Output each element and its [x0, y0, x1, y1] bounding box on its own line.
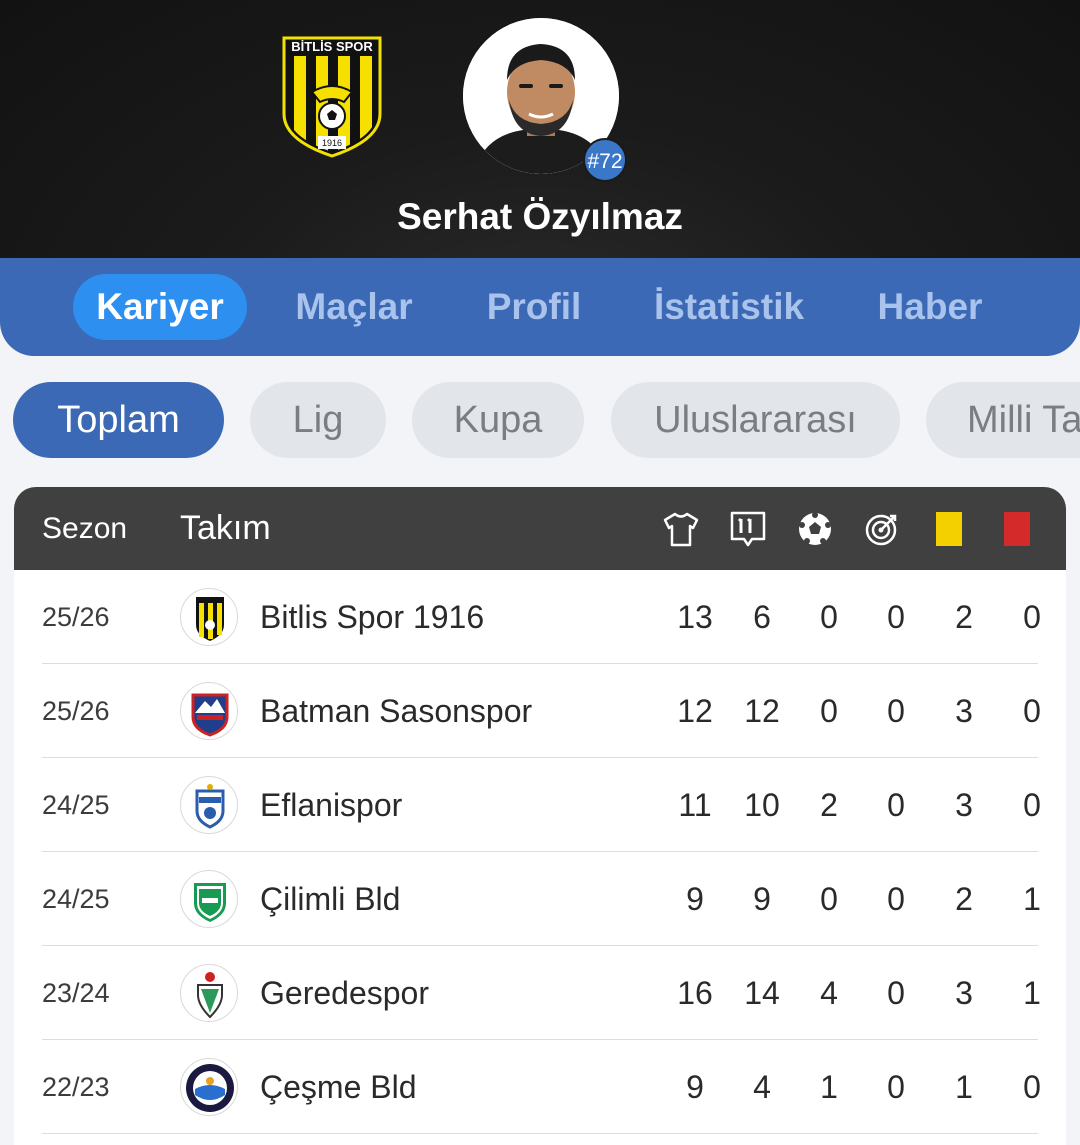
tab-istatistik[interactable]: İstatistik: [640, 274, 818, 340]
yellow-cards-cell: 2: [955, 881, 973, 917]
filter-toplam[interactable]: Toplam: [13, 382, 224, 458]
assists-cell: 0: [887, 787, 905, 823]
filter-kupa[interactable]: Kupa: [412, 382, 584, 458]
bitlis-spor-logo: [180, 588, 238, 646]
red-cards-cell: 1: [1023, 881, 1041, 917]
ball-icon: [795, 509, 835, 549]
tab-kariyer[interactable]: Kariyer: [73, 274, 247, 340]
goals-cell: 2: [820, 787, 838, 823]
jersey-icon: [661, 509, 701, 549]
tab-profil[interactable]: Profil: [470, 274, 598, 340]
goals-cell: 4: [820, 975, 838, 1011]
appearances-cell: 9: [686, 881, 704, 917]
team-name[interactable]: Geredespor: [260, 946, 429, 1040]
season-cell: 24/25: [42, 790, 110, 820]
appearances-cell: 9: [686, 1069, 704, 1105]
eflanispor-logo: [180, 776, 238, 834]
red-cards-cell: 0: [1023, 787, 1041, 823]
team-name[interactable]: Batman Sasonspor: [260, 664, 532, 758]
team-name[interactable]: Çilimli Bld: [260, 852, 400, 946]
assists-cell: 0: [887, 599, 905, 635]
red-cards-cell: 0: [1023, 693, 1041, 729]
goals-cell: 0: [820, 881, 838, 917]
season-cell: 24/25: [42, 884, 110, 914]
svg-text:1916: 1916: [322, 138, 342, 148]
season-cell: 25/26: [42, 602, 110, 632]
table-row[interactable]: 23/24 Geredespor 16 14 4 0 3 1: [42, 946, 1041, 1040]
tab-haber[interactable]: Haber: [862, 274, 998, 340]
red-cards-cell: 0: [1023, 1069, 1041, 1105]
starts-cell: 10: [744, 787, 780, 823]
table-row[interactable]: 24/25 Çilimli Bld 9 9 0 0 2 1: [42, 852, 1041, 946]
table-row[interactable]: 25/26 Bitlis Spor 1916 13 6 0 0 2 0: [42, 570, 1041, 664]
table-header: Sezon Takım: [14, 487, 1066, 570]
starts-cell: 4: [753, 1069, 771, 1105]
goals-cell: 1: [820, 1069, 838, 1105]
yellow-cards-cell: 3: [955, 975, 973, 1011]
lineup-icon: [728, 509, 768, 549]
starts-cell: 14: [744, 975, 780, 1011]
appearances-cell: 11: [678, 787, 712, 823]
tab-maclar[interactable]: Maçlar: [282, 274, 426, 340]
career-table: Sezon Takım 25/26 Bitlis Spor 1916 13 6 …: [14, 487, 1066, 1145]
filter-lig[interactable]: Lig: [250, 382, 386, 458]
starts-cell: 12: [744, 693, 780, 729]
main-tab-bar: Kariyer Maçlar Profil İstatistik Haber: [0, 258, 1080, 356]
cesme-bld-logo: [180, 1058, 238, 1116]
season-cell: 23/24: [42, 978, 110, 1008]
filter-milli-takim[interactable]: Milli Takım: [926, 382, 1080, 458]
club-logo[interactable]: BİTLİS SPOR 1916: [282, 36, 382, 158]
player-name: Serhat Özyılmaz: [397, 196, 683, 237]
table-row[interactable]: 25/26 Batman Sasonspor 12 12 0 0 3 0: [42, 664, 1041, 758]
red-cards-cell: 1: [1023, 975, 1041, 1011]
appearances-cell: 12: [677, 693, 713, 729]
jersey-number-badge: #72: [583, 138, 627, 182]
geredespor-logo: [180, 964, 238, 1022]
red-cards-cell: 0: [1023, 599, 1041, 635]
yellow-card-icon: [936, 512, 962, 546]
team-name[interactable]: Çeşme Bld: [260, 1040, 417, 1134]
assists-cell: 0: [887, 1069, 905, 1105]
goals-cell: 0: [820, 599, 838, 635]
starts-cell: 9: [753, 881, 771, 917]
appearances-cell: 16: [677, 975, 713, 1011]
assists-cell: 0: [887, 693, 905, 729]
assists-cell: 0: [887, 881, 905, 917]
table-row[interactable]: 24/25 Eflanispor 11 10 2 0 3 0: [42, 758, 1041, 852]
table-row[interactable]: 22/23 Çeşme Bld 9 4 1 0 1 0: [42, 1040, 1041, 1134]
team-name[interactable]: Eflanispor: [260, 758, 402, 852]
starts-cell: 6: [753, 599, 771, 635]
yellow-cards-cell: 3: [955, 693, 973, 729]
yellow-cards-cell: 1: [955, 1069, 973, 1105]
team-name[interactable]: Bitlis Spor 1916: [260, 570, 484, 664]
assists-cell: 0: [887, 975, 905, 1011]
header-sezon: Sezon: [42, 512, 128, 545]
batman-sasonspor-logo: [180, 682, 238, 740]
red-card-icon: [1004, 512, 1030, 546]
cilimli-bld-logo: [180, 870, 238, 928]
target-icon: [862, 509, 902, 549]
season-cell: 22/23: [42, 1072, 110, 1102]
yellow-cards-cell: 2: [955, 599, 973, 635]
appearances-cell: 13: [677, 599, 713, 635]
header-takim: Takım: [180, 509, 271, 547]
goals-cell: 0: [820, 693, 838, 729]
svg-text:BİTLİS SPOR: BİTLİS SPOR: [291, 39, 373, 54]
player-header: BİTLİS SPOR 1916 #72 Serhat Özyılmaz: [0, 0, 1080, 290]
season-cell: 25/26: [42, 696, 110, 726]
yellow-cards-cell: 3: [955, 787, 973, 823]
filter-uluslararasi[interactable]: Uluslararası: [611, 382, 900, 458]
